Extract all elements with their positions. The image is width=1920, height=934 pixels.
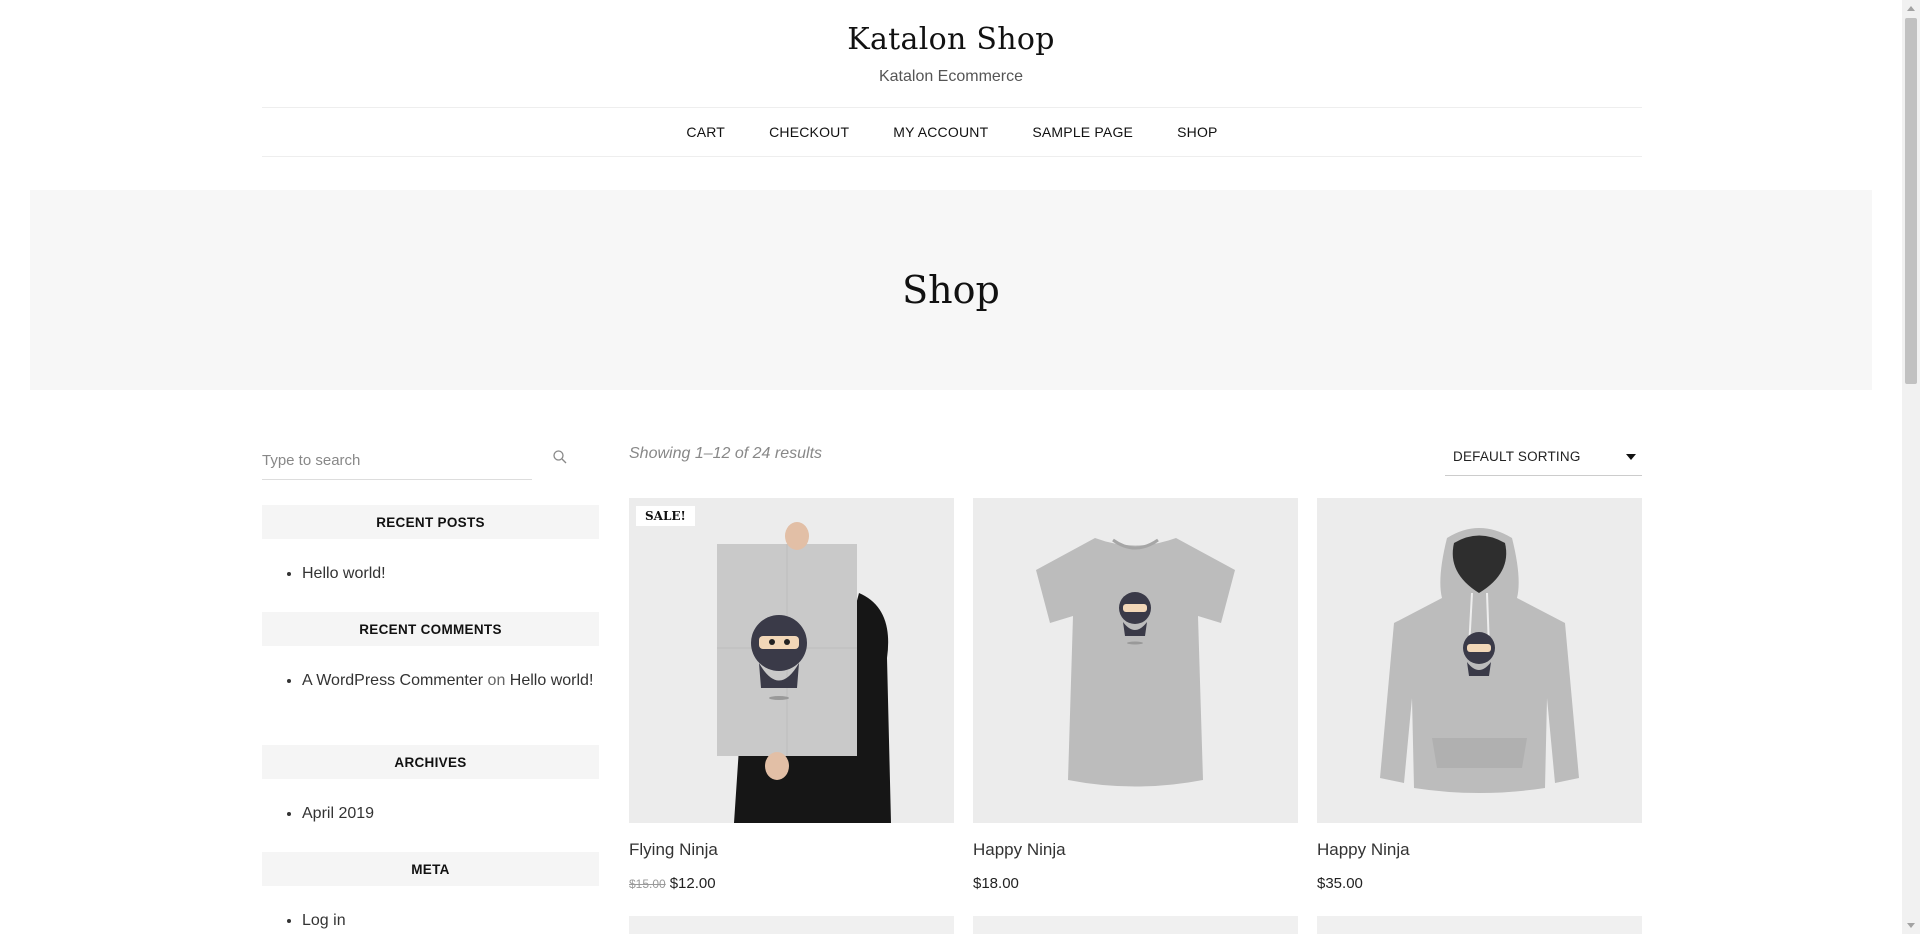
recent-comments-title: Recent Comments: [262, 612, 599, 646]
search-icon[interactable]: [552, 449, 568, 465]
poster-icon: [629, 498, 954, 823]
vertical-scrollbar[interactable]: [1902, 0, 1920, 934]
search-input[interactable]: [262, 445, 522, 475]
list-item: Log in: [302, 908, 599, 934]
site-description: Katalon Ecommerce: [878, 68, 1024, 85]
meta-list: Log in: [262, 908, 599, 934]
page: Katalon Shop Katalon Ecommerce Cart Chec…: [0, 0, 1902, 934]
list-item: Hello world!: [302, 561, 599, 587]
product-image[interactable]: [1317, 498, 1642, 823]
product-image[interactable]: [1317, 916, 1642, 934]
product-name[interactable]: Flying Ninja: [629, 840, 718, 860]
tshirt-icon: [973, 498, 1298, 823]
page-banner: Shop: [30, 190, 1872, 390]
product-image[interactable]: [629, 916, 954, 934]
scroll-up-icon[interactable]: [1907, 6, 1915, 11]
sorting-select[interactable]: Default sorting: [1445, 440, 1642, 476]
product-image[interactable]: [973, 498, 1298, 823]
nav-my-account[interactable]: My Account: [893, 124, 988, 140]
scroll-thumb[interactable]: [1905, 18, 1917, 384]
sorting-value: Default sorting: [1453, 449, 1581, 464]
nav-cart[interactable]: Cart: [686, 124, 725, 140]
archives-title: Archives: [262, 745, 599, 779]
recent-comments-list: A WordPress Commenter on Hello world!: [262, 668, 599, 694]
recent-posts-title: Recent Posts: [262, 505, 599, 539]
sale-price: $12.00: [669, 875, 716, 892]
recent-posts-list: Hello world!: [262, 561, 599, 587]
product-price: $18.00: [973, 875, 1019, 892]
recent-post-link[interactable]: Hello world!: [302, 565, 386, 582]
old-price: $15.00: [629, 877, 666, 891]
list-item: A WordPress Commenter on Hello world!: [302, 668, 599, 694]
archives-list: April 2019: [262, 801, 599, 827]
archive-link[interactable]: April 2019: [302, 805, 374, 822]
site-title[interactable]: Katalon Shop: [0, 22, 1902, 57]
product-card: SALE! Flying Ninja $15.00 $12.00: [629, 498, 954, 892]
product-image[interactable]: [973, 916, 1298, 934]
product-name[interactable]: Happy Ninja: [1317, 840, 1410, 860]
main-navigation: Cart Checkout My Account Sample Page Sho…: [262, 107, 1642, 157]
comment-post-link[interactable]: Hello world!: [510, 672, 594, 689]
product-price: $35.00: [1317, 875, 1363, 892]
search-form: [262, 445, 532, 480]
scroll-down-icon[interactable]: [1907, 923, 1915, 928]
comment-connector: on: [487, 672, 506, 689]
comment-author-link[interactable]: A WordPress Commenter: [302, 672, 483, 689]
nav-checkout[interactable]: Checkout: [769, 124, 849, 140]
product-image[interactable]: SALE!: [629, 498, 954, 823]
nav-sample-page[interactable]: Sample Page: [1032, 124, 1133, 140]
login-link[interactable]: Log in: [302, 912, 346, 929]
meta-title: Meta: [262, 852, 599, 886]
page-title: Shop: [902, 268, 1000, 312]
hoodie-icon: [1317, 498, 1642, 823]
caret-down-icon: [1626, 454, 1636, 460]
result-count: Showing 1–12 of 24 results: [629, 445, 823, 462]
sale-badge: SALE!: [636, 506, 695, 526]
product-name[interactable]: Happy Ninja: [973, 840, 1066, 860]
product-card: Happy Ninja $18.00: [973, 498, 1298, 892]
product-price: $15.00 $12.00: [629, 875, 716, 892]
product-card: Happy Ninja $35.00: [1317, 498, 1642, 892]
nav-shop[interactable]: Shop: [1177, 124, 1217, 140]
list-item: April 2019: [302, 801, 599, 827]
